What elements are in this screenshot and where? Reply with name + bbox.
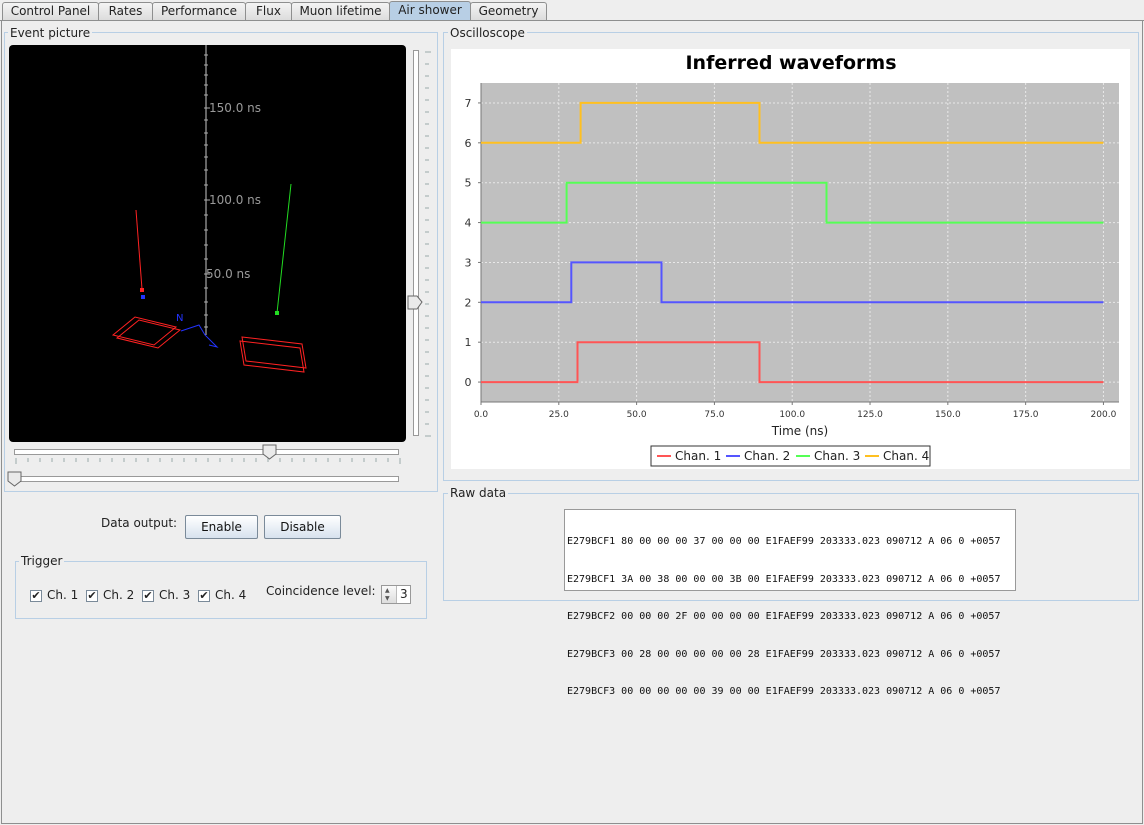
axis-label-150: 150.0 ns xyxy=(209,101,261,115)
horizontal-slider-2-track[interactable] xyxy=(14,476,399,482)
ch3-checkbox[interactable]: ✔ xyxy=(142,590,154,602)
raw-data-title: Raw data xyxy=(448,486,509,500)
hit-marker-blue xyxy=(141,295,145,299)
horizontal-slider-1-ticks xyxy=(15,458,401,464)
x-axis-label: Time (ns) xyxy=(771,424,828,438)
x-tick-label: 150.0 xyxy=(935,410,961,420)
raw-data-line: E279BCF3 00 00 00 00 00 39 00 00 E1FAEF9… xyxy=(567,686,1001,697)
raw-data-line: E279BCF1 80 00 00 00 37 00 00 00 E1FAEF9… xyxy=(567,536,1001,547)
tab-control-panel[interactable]: Control Panel xyxy=(2,2,99,20)
raw-data-text-area[interactable]: E279BCF1 80 00 00 00 37 00 00 00 E1FAEF9… xyxy=(564,509,1016,697)
y-tick-labels: 0 1 2 3 4 5 6 7 xyxy=(465,97,481,389)
ch3-label: Ch. 3 xyxy=(159,588,191,602)
enable-button[interactable]: Enable xyxy=(185,515,258,539)
spinner-buttons[interactable]: ▲ ▼ xyxy=(382,586,397,603)
x-tick-label: 100.0 xyxy=(779,410,805,420)
tab-muon-lifetime[interactable]: Muon lifetime xyxy=(291,2,390,20)
y-tick-label: 2 xyxy=(465,296,472,309)
ch2-checkbox[interactable]: ✔ xyxy=(86,590,98,602)
coincidence-level-value[interactable]: 3 xyxy=(400,587,408,602)
ch4-checkbox[interactable]: ✔ xyxy=(198,590,210,602)
y-tick-label: 7 xyxy=(465,97,472,110)
x-tick-label: 50.0 xyxy=(627,410,647,420)
coincidence-level-spinner[interactable]: ▲ ▼ 3 xyxy=(381,585,411,604)
legend-label-chan-1: Chan. 1 xyxy=(675,449,721,463)
horizontal-slider-1-track[interactable] xyxy=(14,449,399,455)
tab-bar: Control Panel Rates Performance Flux Muo… xyxy=(0,0,1144,21)
time-axis-ticks xyxy=(204,54,210,328)
spinner-down-icon[interactable]: ▼ xyxy=(385,595,390,602)
x-tick-label: 200.0 xyxy=(1091,410,1117,420)
chart-title: Inferred waveforms xyxy=(685,52,896,74)
y-tick-label: 4 xyxy=(465,217,472,230)
detector-panel-left xyxy=(111,316,182,349)
waveform-chart-svg: Inferred waveforms 0.0 25.0 50.0 75.0 100.0 1… xyxy=(465,52,1119,467)
tab-flux[interactable]: Flux xyxy=(245,2,292,20)
waveform-chart: Inferred waveforms 0.0 25.0 50.0 75.0 100.0 1… xyxy=(451,49,1130,469)
legend-label-chan-3: Chan. 3 xyxy=(814,449,860,463)
x-tick-label: 0.0 xyxy=(474,410,489,420)
chart-legend: Chan. 1 Chan. 2 Chan. 3 Chan. 4 xyxy=(650,445,931,467)
x-tick-label: 25.0 xyxy=(549,410,569,420)
x-tick-label: 125.0 xyxy=(857,410,883,420)
raw-data-line: E279BCF1 3A 00 38 00 00 00 3B 00 E1FAEF9… xyxy=(567,573,1001,585)
vertical-slider-track[interactable] xyxy=(413,50,419,436)
tab-air-shower[interactable]: Air shower xyxy=(389,1,471,21)
y-tick-label: 6 xyxy=(465,137,472,150)
trigger-title: Trigger xyxy=(19,554,65,568)
north-label: N xyxy=(176,313,183,324)
legend-label-chan-2: Chan. 2 xyxy=(744,449,790,463)
horizontal-slider-2-thumb[interactable] xyxy=(7,471,22,487)
x-tick-label: 175.0 xyxy=(1013,410,1039,420)
hit-line-green xyxy=(276,183,292,314)
ch1-checkbox[interactable]: ✔ xyxy=(30,590,42,602)
event-3d-view: 150.0 ns 100.0 ns 50.0 ns N xyxy=(111,45,307,373)
y-tick-label: 3 xyxy=(465,256,472,269)
vertical-slider-thumb[interactable] xyxy=(407,295,423,310)
tab-rates[interactable]: Rates xyxy=(98,2,153,20)
spinner-up-icon[interactable]: ▲ xyxy=(385,587,390,594)
horizontal-slider-1-thumb[interactable] xyxy=(262,444,277,460)
event-picture-title: Event picture xyxy=(8,26,93,40)
hit-marker-green xyxy=(275,311,279,315)
tab-geometry[interactable]: Geometry xyxy=(470,2,547,20)
y-tick-label: 1 xyxy=(465,336,472,349)
hit-line-red xyxy=(135,209,143,290)
event-picture-canvas[interactable]: 150.0 ns 100.0 ns 50.0 ns N xyxy=(9,45,406,442)
center-detector-marker xyxy=(180,324,219,348)
axis-label-100: 100.0 ns xyxy=(209,193,261,207)
ch1-label: Ch. 1 xyxy=(47,588,79,602)
axis-label-50: 50.0 ns xyxy=(206,267,250,281)
hit-marker-red xyxy=(140,288,144,292)
disable-button[interactable]: Disable xyxy=(264,515,341,539)
y-tick-label: 5 xyxy=(465,177,472,190)
data-output-label: Data output: xyxy=(101,516,178,530)
y-tick-label: 0 xyxy=(465,376,472,389)
ch4-label: Ch. 4 xyxy=(215,588,247,602)
legend-label-chan-4: Chan. 4 xyxy=(883,449,929,463)
raw-data-line: E279BCF2 00 00 00 2F 00 00 00 00 E1FAEF9… xyxy=(567,611,1001,622)
raw-data-line: E279BCF3 00 28 00 00 00 00 00 28 E1FAEF9… xyxy=(567,648,1001,660)
oscilloscope-title: Oscilloscope xyxy=(448,26,527,40)
coincidence-level-label: Coincidence level: xyxy=(266,584,376,598)
ch2-label: Ch. 2 xyxy=(103,588,135,602)
vertical-slider-ticks xyxy=(425,51,431,437)
x-tick-labels: 0.0 25.0 50.0 75.0 100.0 125.0 150.0 175.0 200.0 xyxy=(474,402,1117,420)
tab-performance[interactable]: Performance xyxy=(152,2,246,20)
x-tick-label: 75.0 xyxy=(704,410,724,420)
detector-panel-right xyxy=(239,336,307,373)
